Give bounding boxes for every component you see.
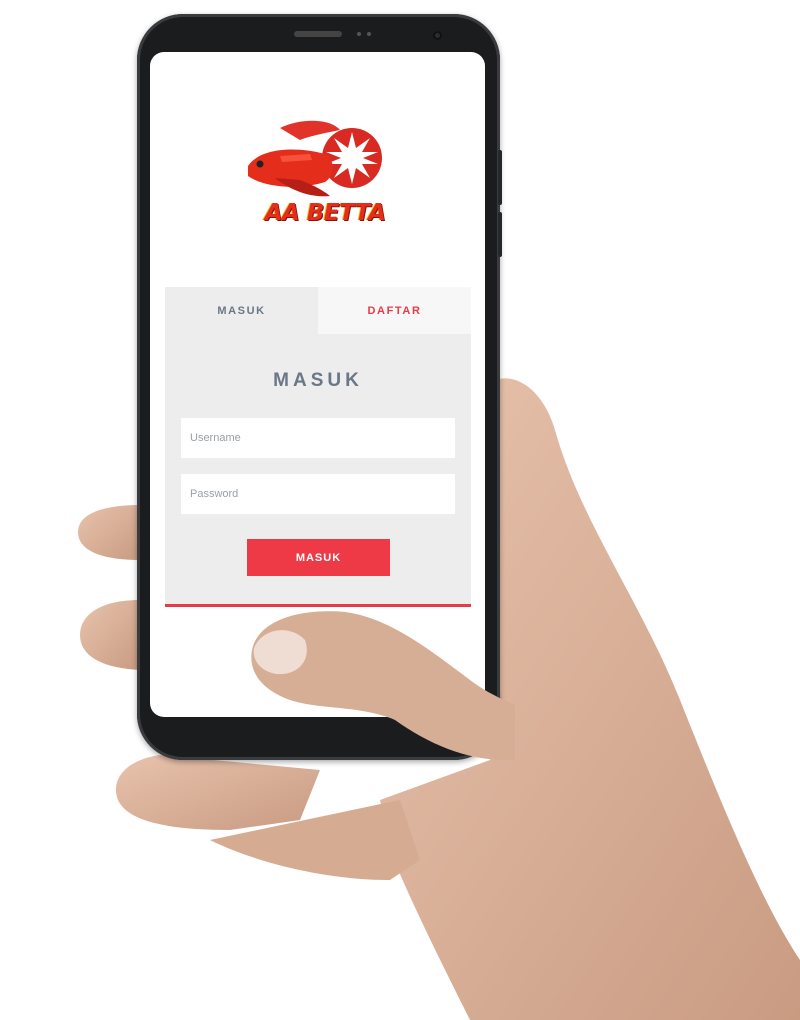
form-heading: MASUK: [273, 370, 363, 391]
tab-bar: MASUK DAFTAR: [165, 287, 471, 334]
login-button[interactable]: MASUK: [247, 539, 390, 576]
login-card: MASUK DAFTAR MASUK MASUK: [165, 287, 471, 607]
sensor-dot: [367, 32, 371, 36]
betta-fish-icon: [248, 120, 382, 197]
username-input[interactable]: [181, 418, 455, 458]
front-camera-icon: [433, 31, 442, 40]
tab-masuk[interactable]: MASUK: [165, 287, 318, 334]
brand-logo: AA BETTA: [240, 118, 410, 228]
power-button: [498, 212, 502, 257]
speaker-grille: [294, 31, 342, 37]
password-input[interactable]: [181, 474, 455, 514]
sensor-dot: [357, 32, 361, 36]
phone-screen: AA BETTA MASUK DAFTAR MASUK MASUK: [150, 52, 485, 717]
volume-button: [498, 150, 502, 205]
logo-text: AA BETTA: [264, 200, 386, 226]
tab-daftar[interactable]: DAFTAR: [318, 287, 471, 334]
